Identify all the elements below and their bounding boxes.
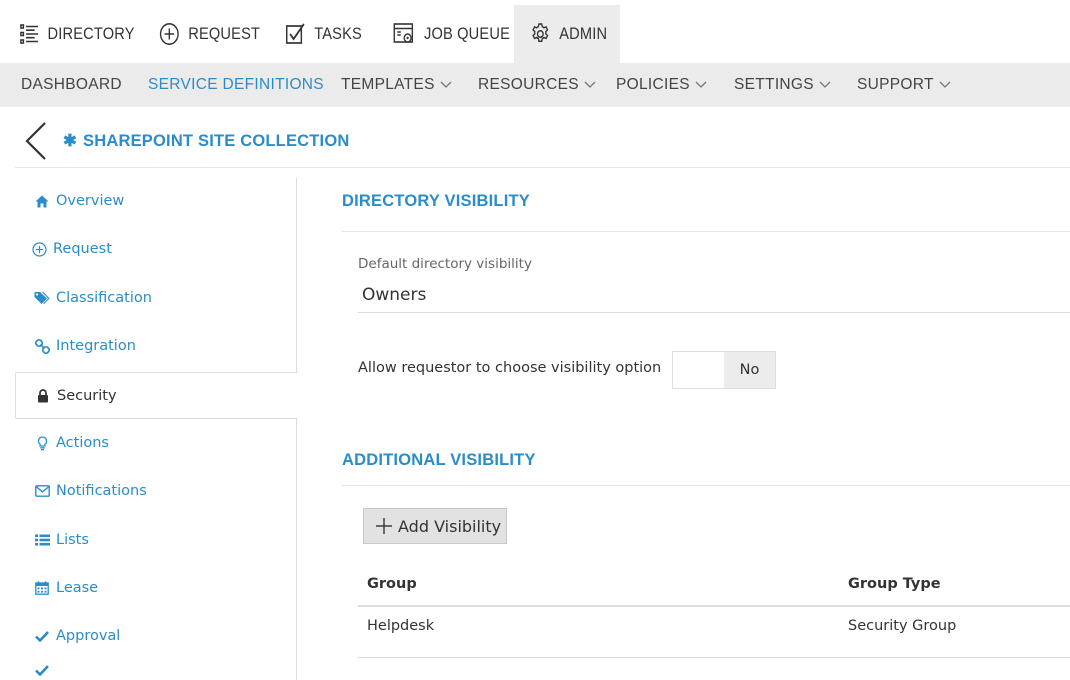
top-navigation: DIRECTORY REQUEST TASKS JOB QUEUE ADMIN bbox=[0, 0, 1070, 63]
gear-icon bbox=[532, 23, 549, 43]
topnav-job-queue-label: JOB QUEUE bbox=[423, 24, 511, 43]
sidemenu-item-overview[interactable]: Overview bbox=[15, 178, 297, 224]
sidemenu-item-lists[interactable]: Lists bbox=[15, 517, 297, 563]
chevron-down-icon bbox=[819, 81, 831, 88]
topnav-admin-label: ADMIN bbox=[559, 24, 608, 43]
lightbulb-icon bbox=[34, 435, 50, 451]
sidemenu-item-classification[interactable]: Classification bbox=[15, 275, 297, 321]
plus-icon bbox=[376, 518, 392, 534]
sidemenu-item-label: Approval bbox=[56, 628, 121, 644]
sidemenu-item-partial[interactable] bbox=[15, 662, 297, 680]
cell-group: Helpdesk bbox=[367, 618, 435, 634]
subnav-dashboard[interactable]: DASHBOARD bbox=[21, 63, 122, 107]
default-visibility-select[interactable]: Owners bbox=[362, 285, 426, 305]
plus-circle-icon bbox=[159, 23, 179, 45]
topnav-request[interactable]: REQUEST bbox=[159, 5, 260, 63]
subnav-resources-label: RESOURCES bbox=[478, 76, 579, 93]
field-underline bbox=[358, 312, 1070, 313]
page-title-text: SHAREPOINT SITE COLLECTION bbox=[83, 132, 350, 150]
chevron-down-icon bbox=[695, 81, 707, 88]
sidemenu-item-label: Overview bbox=[56, 193, 125, 209]
tags-icon bbox=[34, 290, 50, 306]
topnav-request-label: REQUEST bbox=[188, 24, 261, 43]
service-definition-menu: Overview Request Classification Integrat… bbox=[15, 178, 298, 680]
chevron-down-icon bbox=[939, 81, 951, 88]
admin-sub-navigation: DASHBOARD SERVICE DEFINITIONS TEMPLATES … bbox=[0, 63, 1070, 107]
list-icon bbox=[34, 532, 50, 548]
link-icon bbox=[34, 338, 50, 354]
check-icon bbox=[34, 628, 50, 644]
chevron-down-icon bbox=[584, 81, 596, 88]
topnav-tasks[interactable]: TASKS bbox=[285, 5, 362, 63]
topnav-admin[interactable]: ADMIN bbox=[530, 5, 607, 63]
subnav-settings-label: SETTINGS bbox=[734, 76, 814, 93]
subnav-policies[interactable]: POLICIES bbox=[616, 63, 707, 107]
additional-visibility-heading: ADDITIONAL VISIBILITY bbox=[342, 451, 536, 469]
checkbox-icon bbox=[285, 23, 305, 44]
lock-icon bbox=[35, 388, 51, 404]
topnav-tasks-label: TASKS bbox=[314, 24, 362, 43]
sidemenu-item-label: Lease bbox=[56, 580, 99, 596]
topnav-job-queue[interactable]: JOB QUEUE bbox=[393, 5, 510, 63]
section-divider bbox=[342, 485, 1070, 486]
envelope-icon bbox=[34, 483, 50, 499]
back-button[interactable] bbox=[21, 121, 49, 161]
job-queue-icon bbox=[393, 23, 414, 43]
allow-requestor-label: Allow requestor to choose visibility opt… bbox=[358, 360, 662, 376]
sidemenu-item-lease[interactable]: Lease bbox=[15, 565, 297, 611]
subnav-settings[interactable]: SETTINGS bbox=[734, 63, 831, 107]
list-icon bbox=[20, 24, 39, 44]
sidemenu-item-label: Security bbox=[57, 387, 117, 404]
page-header: ✱ SHAREPOINT SITE COLLECTION bbox=[15, 107, 1070, 168]
sidemenu-item-actions[interactable]: Actions bbox=[15, 420, 297, 466]
check-icon bbox=[34, 662, 50, 678]
subnav-templates[interactable]: TEMPLATES bbox=[341, 63, 452, 107]
sidemenu-item-notifications[interactable]: Notifications bbox=[15, 468, 297, 514]
section-divider bbox=[342, 231, 1070, 232]
subnav-support[interactable]: SUPPORT bbox=[857, 63, 951, 107]
table-row-divider bbox=[358, 657, 1070, 658]
subnav-templates-label: TEMPLATES bbox=[341, 76, 435, 93]
chevron-left-icon bbox=[25, 122, 46, 160]
sidemenu-item-approval[interactable]: Approval bbox=[15, 613, 297, 659]
subnav-support-label: SUPPORT bbox=[857, 76, 934, 93]
subnav-service-definitions-label: SERVICE DEFINITIONS bbox=[148, 76, 324, 93]
subnav-policies-label: POLICIES bbox=[616, 76, 690, 93]
plus-circle-icon bbox=[31, 241, 47, 257]
table-header-divider bbox=[358, 605, 1070, 607]
sidemenu-item-label: Lists bbox=[56, 532, 89, 548]
allow-requestor-toggle[interactable]: No bbox=[672, 351, 776, 389]
sidemenu-item-label: Actions bbox=[56, 435, 109, 451]
sidemenu-item-request[interactable]: Request bbox=[15, 226, 297, 272]
default-visibility-label: Default directory visibility bbox=[358, 256, 532, 272]
asterisk-icon: ✱ bbox=[63, 132, 78, 150]
chevron-down-icon bbox=[440, 81, 452, 88]
column-header-group[interactable]: Group bbox=[367, 576, 417, 592]
sidemenu-item-label: Integration bbox=[56, 338, 136, 354]
sidemenu-item-integration[interactable]: Integration bbox=[15, 323, 297, 369]
column-header-group-type[interactable]: Group Type bbox=[848, 576, 941, 592]
cell-group-type: Security Group bbox=[848, 618, 957, 634]
topnav-directory-label: DIRECTORY bbox=[47, 24, 135, 43]
subnav-service-definitions[interactable]: SERVICE DEFINITIONS bbox=[148, 63, 324, 107]
sidemenu-item-label: Classification bbox=[56, 290, 152, 306]
sidemenu-item-label: Notifications bbox=[56, 483, 147, 499]
sidemenu-item-label: Request bbox=[53, 241, 112, 257]
subnav-resources[interactable]: RESOURCES bbox=[478, 63, 596, 107]
calendar-icon bbox=[34, 580, 50, 596]
subnav-dashboard-label: DASHBOARD bbox=[21, 76, 122, 93]
add-visibility-button[interactable]: Add Visibility bbox=[363, 508, 507, 544]
add-visibility-label: Add Visibility bbox=[398, 516, 502, 536]
directory-visibility-heading: DIRECTORY VISIBILITY bbox=[342, 192, 530, 210]
home-icon bbox=[34, 193, 50, 209]
sidemenu-item-security[interactable]: Security bbox=[15, 372, 298, 419]
page-title: ✱ SHAREPOINT SITE COLLECTION bbox=[63, 131, 350, 151]
toggle-no-state: No bbox=[724, 352, 775, 388]
topnav-directory[interactable]: DIRECTORY bbox=[20, 5, 135, 63]
